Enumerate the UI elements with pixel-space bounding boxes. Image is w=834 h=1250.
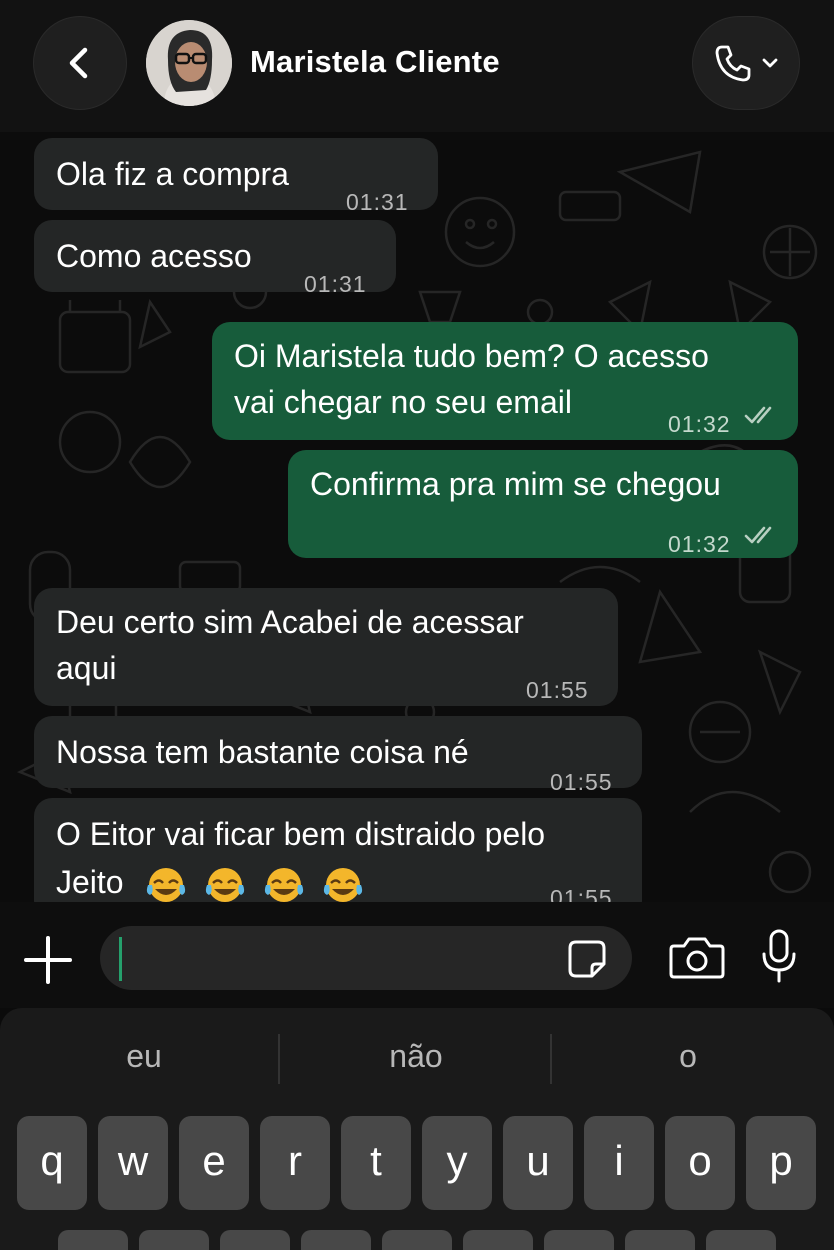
divider	[550, 1034, 552, 1084]
keyboard-key[interactable]	[625, 1230, 695, 1250]
key-i[interactable]: i	[584, 1116, 654, 1210]
message-text-line: Oi Maristela tudo bem? O acesso	[234, 338, 709, 374]
suggestion-1[interactable]: eu	[9, 1038, 279, 1075]
message-time: 01:32	[668, 531, 731, 557]
microphone-icon[interactable]	[760, 928, 798, 984]
message-text: Ola fiz a compra	[56, 156, 289, 192]
message-time: 01:31	[346, 189, 409, 215]
keyboard-key[interactable]	[706, 1230, 776, 1250]
message-text: Confirma pra mim se chegou	[310, 466, 721, 502]
message-text-line: vai chegar no seu email	[234, 384, 572, 420]
key-r[interactable]: r	[260, 1116, 330, 1210]
camera-icon[interactable]	[668, 934, 726, 980]
tears-of-joy-emoji-icon	[264, 867, 303, 902]
keyboard-key[interactable]	[139, 1230, 209, 1250]
key-e[interactable]: e	[179, 1116, 249, 1210]
message-incoming[interactable]: Nossa tem bastante coisa né 01:55	[34, 716, 642, 795]
message-text: Como acesso	[56, 238, 252, 274]
double-check-icon	[744, 406, 772, 424]
message-text-line: Deu certo sim Acabei de acessar	[56, 604, 524, 640]
suggestion-2[interactable]: não	[281, 1038, 551, 1075]
message-outgoing[interactable]: Confirma pra mim se chegou 01:32	[288, 450, 798, 558]
message-time: 01:32	[668, 411, 731, 437]
message-incoming[interactable]: Como acesso 01:31	[34, 220, 396, 297]
chevron-down-icon	[762, 58, 778, 68]
message-text-line: aqui	[56, 650, 117, 686]
message-time: 01:55	[550, 885, 613, 902]
contact-name[interactable]: Maristela Cliente	[250, 44, 500, 80]
keyboard-key[interactable]	[544, 1230, 614, 1250]
chevron-left-icon	[69, 47, 88, 79]
suggestion-3[interactable]: o	[553, 1038, 823, 1075]
text-caret	[119, 937, 122, 981]
divider	[278, 1034, 280, 1084]
chat-header: Maristela Cliente	[0, 0, 834, 132]
message-time: 01:31	[304, 271, 367, 297]
message-text: Nossa tem bastante coisa né	[56, 734, 469, 770]
keyboard-key[interactable]	[220, 1230, 290, 1250]
double-check-icon	[744, 526, 772, 544]
keyboard-key[interactable]	[382, 1230, 452, 1250]
on-screen-keyboard: eu não o q w e r t y u i o p	[0, 1008, 834, 1250]
key-p[interactable]: p	[746, 1116, 816, 1210]
message-input[interactable]	[100, 926, 632, 990]
keyboard-key[interactable]	[58, 1230, 128, 1250]
message-outgoing[interactable]: Oi Maristela tudo bem? O acesso vai cheg…	[212, 322, 798, 440]
key-y[interactable]: y	[422, 1116, 492, 1210]
emoji-row	[144, 858, 362, 902]
keyboard-key[interactable]	[463, 1230, 533, 1250]
key-u[interactable]: u	[503, 1116, 573, 1210]
avatar[interactable]	[146, 20, 232, 106]
message-time: 01:55	[526, 677, 589, 703]
sticker-icon[interactable]	[566, 938, 608, 980]
key-q[interactable]: q	[17, 1116, 87, 1210]
message-incoming[interactable]: Deu certo sim Acabei de acessar aqui 01:…	[34, 588, 618, 706]
call-button[interactable]	[692, 16, 800, 110]
key-o[interactable]: o	[665, 1116, 735, 1210]
message-incoming[interactable]: Ola fiz a compra 01:31	[34, 138, 438, 215]
message-text-line: Jeito	[56, 858, 362, 902]
key-w[interactable]: w	[98, 1116, 168, 1210]
phone-icon	[715, 45, 751, 82]
composer-bar	[0, 902, 834, 1008]
tears-of-joy-emoji-icon	[205, 867, 245, 902]
tears-of-joy-emoji-icon	[146, 867, 186, 902]
message-incoming[interactable]: O Eitor vai ficar bem distraido pelo Jei…	[34, 798, 642, 902]
message-text-line: O Eitor vai ficar bem distraido pelo	[56, 816, 546, 852]
key-t[interactable]: t	[341, 1116, 411, 1210]
keyboard-key[interactable]	[301, 1230, 371, 1250]
plus-icon[interactable]	[20, 932, 76, 988]
message-text: Jeito	[56, 864, 124, 900]
tears-of-joy-emoji-icon	[323, 867, 362, 902]
back-button[interactable]	[33, 16, 127, 110]
message-list[interactable]: Ola fiz a compra 01:31 Como acesso 01:31…	[0, 132, 834, 902]
